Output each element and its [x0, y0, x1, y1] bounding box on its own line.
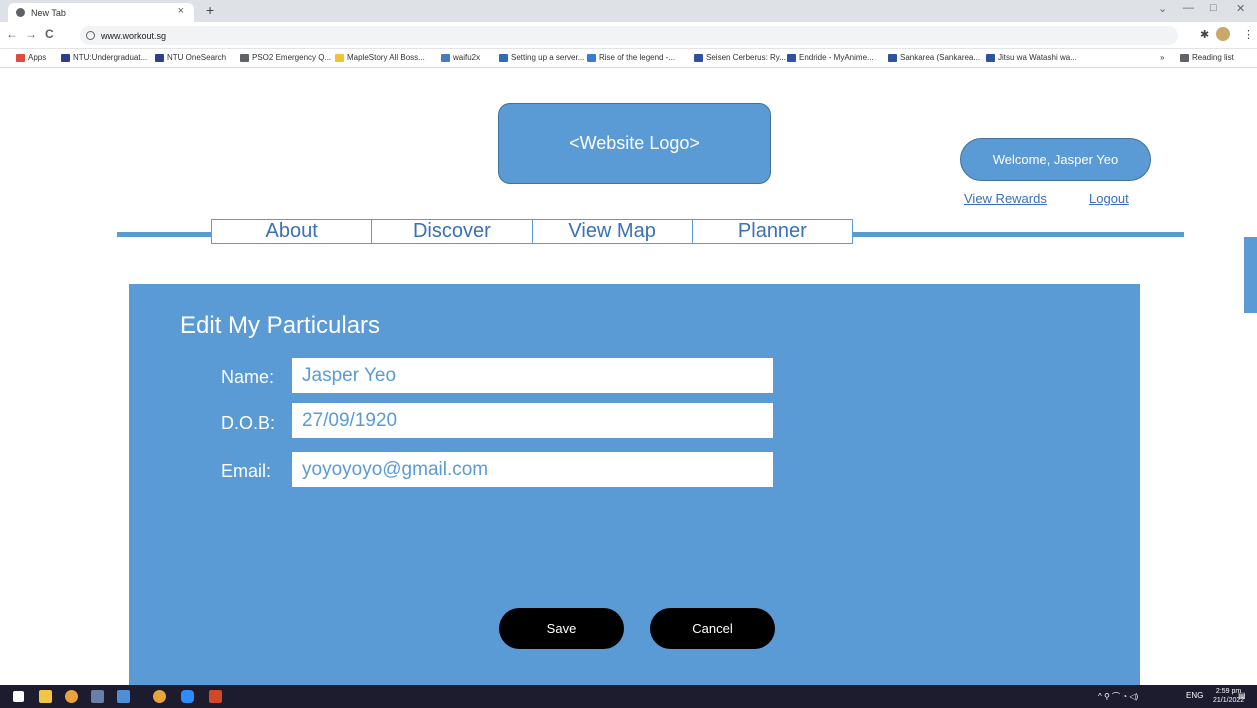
bookmark-item[interactable]: Sankarea (Sankarea... [888, 53, 980, 62]
bookmark-icon [335, 53, 344, 62]
scrollbar-thumb[interactable] [1244, 237, 1257, 313]
bookmark-icon [155, 53, 164, 62]
name-field[interactable]: Jasper Yeo [292, 358, 773, 393]
bookmark-item[interactable]: Endride - MyAnime... [787, 53, 874, 62]
save-button[interactable]: Save [499, 608, 624, 649]
panel-title: Edit My Particulars [180, 312, 381, 339]
name-label: Name: [221, 367, 275, 387]
notifications-icon[interactable]: ▤ [1238, 691, 1246, 700]
url-text: www.workout.sg [101, 30, 167, 41]
bookmark-item[interactable]: Rise of the legend -... [587, 53, 675, 62]
bookmark-label: NTU:Undergraduat... [73, 53, 148, 62]
reading-list-button[interactable]: Reading list [1180, 53, 1234, 62]
browser-tab[interactable]: New Tab × [8, 3, 194, 22]
cancel-button[interactable]: Cancel [650, 608, 775, 649]
browser-tab-bar: New Tab × + ⌄ — □ ✕ [0, 0, 1257, 22]
new-tab-button[interactable]: + [206, 2, 214, 18]
zoom-icon[interactable] [181, 690, 194, 703]
site-info-icon[interactable] [86, 31, 95, 40]
tab-close-icon[interactable]: × [178, 5, 184, 17]
bookmark-label: Jitsu wa Watashi wa... [998, 53, 1077, 62]
nav-divider-right [851, 232, 1184, 237]
bookmark-item[interactable]: NTU:Undergraduat... [61, 53, 147, 62]
bookmark-icon [499, 53, 508, 62]
bookmark-item[interactable]: NTU OneSearch [155, 53, 226, 62]
website-logo[interactable]: <Website Logo> [498, 103, 771, 184]
main-nav: About Discover View Map Planner [211, 219, 853, 244]
window-expand-icon[interactable]: ⌄ [1158, 2, 1167, 15]
bookmark-icon [787, 53, 796, 62]
bookmark-item[interactable]: PSO2 Emergency Q... [240, 53, 331, 62]
bookmark-item[interactable]: Jitsu wa Watashi wa... [986, 53, 1077, 62]
nav-divider-left [117, 232, 213, 237]
reading-list-label: Reading list [1192, 53, 1234, 62]
powerpoint-icon[interactable] [209, 690, 222, 703]
bookmark-label: Apps [28, 53, 47, 62]
edit-particulars-panel: Edit My Particulars Name: Jasper Yeo D.O… [129, 284, 1140, 685]
page-content: <Website Logo> Welcome, Jasper Yeo View … [0, 69, 1257, 685]
bookmark-icon [61, 53, 70, 62]
bookmark-label: Seisen Cerberus: Ry... [706, 53, 786, 62]
bookmark-item[interactable]: Seisen Cerberus: Ry... [694, 53, 786, 62]
back-icon[interactable]: ← [6, 27, 18, 41]
bookmark-item[interactable]: waifu2x [441, 53, 480, 62]
view-rewards-link[interactable]: View Rewards [964, 191, 1047, 206]
windows-start-icon[interactable] [13, 691, 24, 702]
bookmark-label: PSO2 Emergency Q... [252, 53, 332, 62]
bookmark-item[interactable]: MapleStory All Boss... [335, 53, 425, 62]
chrome-icon[interactable] [153, 690, 166, 703]
bookmark-icon [16, 53, 25, 62]
window-close-icon[interactable]: ✕ [1236, 2, 1245, 15]
app-icon[interactable] [117, 690, 130, 703]
bookmark-icon [441, 53, 450, 62]
app-icon[interactable] [91, 690, 104, 703]
bookmarks-bar: Apps NTU:Undergraduat... NTU OneSearch PSO2… [0, 49, 1257, 68]
file-explorer-icon[interactable] [39, 690, 52, 703]
bookmark-label: Setting up a server... [511, 53, 585, 62]
forward-icon[interactable]: → [25, 27, 37, 41]
bookmark-label: Sankarea (Sankarea... [900, 53, 981, 62]
menu-kebab-icon[interactable]: ⋮ [1243, 28, 1254, 41]
bookmark-icon [240, 53, 249, 62]
reading-list-icon [1180, 53, 1189, 62]
bookmark-item[interactable]: Setting up a server... [499, 53, 584, 62]
bookmarks-more-button[interactable]: » [1160, 53, 1164, 62]
bookmark-label: waifu2x [453, 53, 481, 62]
language-indicator[interactable]: ENG [1186, 691, 1203, 700]
nav-about[interactable]: About [212, 220, 373, 243]
dob-field[interactable]: 27/09/1920 [292, 403, 773, 438]
reload-icon[interactable]: C [45, 27, 54, 41]
browser-address-bar: ← → C www.workout.sg ✱ ⋮ [0, 22, 1257, 49]
chrome-icon[interactable] [65, 690, 78, 703]
nav-discover[interactable]: Discover [372, 220, 533, 243]
profile-avatar[interactable] [1216, 27, 1230, 41]
nav-view-map[interactable]: View Map [533, 220, 693, 243]
chrome-favicon-icon [16, 8, 25, 17]
bookmark-item[interactable]: Apps [16, 53, 46, 62]
bookmark-icon [694, 53, 703, 62]
window-maximize-icon[interactable]: □ [1210, 2, 1217, 14]
bookmark-icon [888, 53, 897, 62]
bookmark-label: NTU OneSearch [167, 53, 227, 62]
extensions-icon[interactable]: ✱ [1200, 28, 1209, 41]
tray-icons[interactable]: ^ ⚲ ⌒ ◔ ◁) [1098, 691, 1138, 702]
welcome-badge: Welcome, Jasper Yeo [960, 138, 1151, 181]
os-taskbar: ^ ⚲ ⌒ ◔ ◁) ENG 2:59 pm 21/1/2022 ▤ [0, 685, 1257, 708]
window-minimize-icon[interactable]: — [1183, 2, 1194, 14]
email-field[interactable]: yoyoyoyo@gmail.com [292, 452, 773, 487]
url-input[interactable]: www.workout.sg [80, 26, 1178, 45]
bookmark-label: Rise of the legend -... [599, 53, 676, 62]
email-label: Email: [221, 461, 272, 481]
bookmark-icon [986, 53, 995, 62]
nav-planner[interactable]: Planner [693, 220, 852, 243]
logout-link[interactable]: Logout [1089, 191, 1129, 206]
dob-label: D.O.B: [221, 413, 276, 433]
bookmark-icon [587, 53, 596, 62]
bookmark-label: Endride - MyAnime... [799, 53, 874, 62]
tab-title: New Tab [31, 7, 66, 18]
bookmark-label: MapleStory All Boss... [347, 53, 425, 62]
